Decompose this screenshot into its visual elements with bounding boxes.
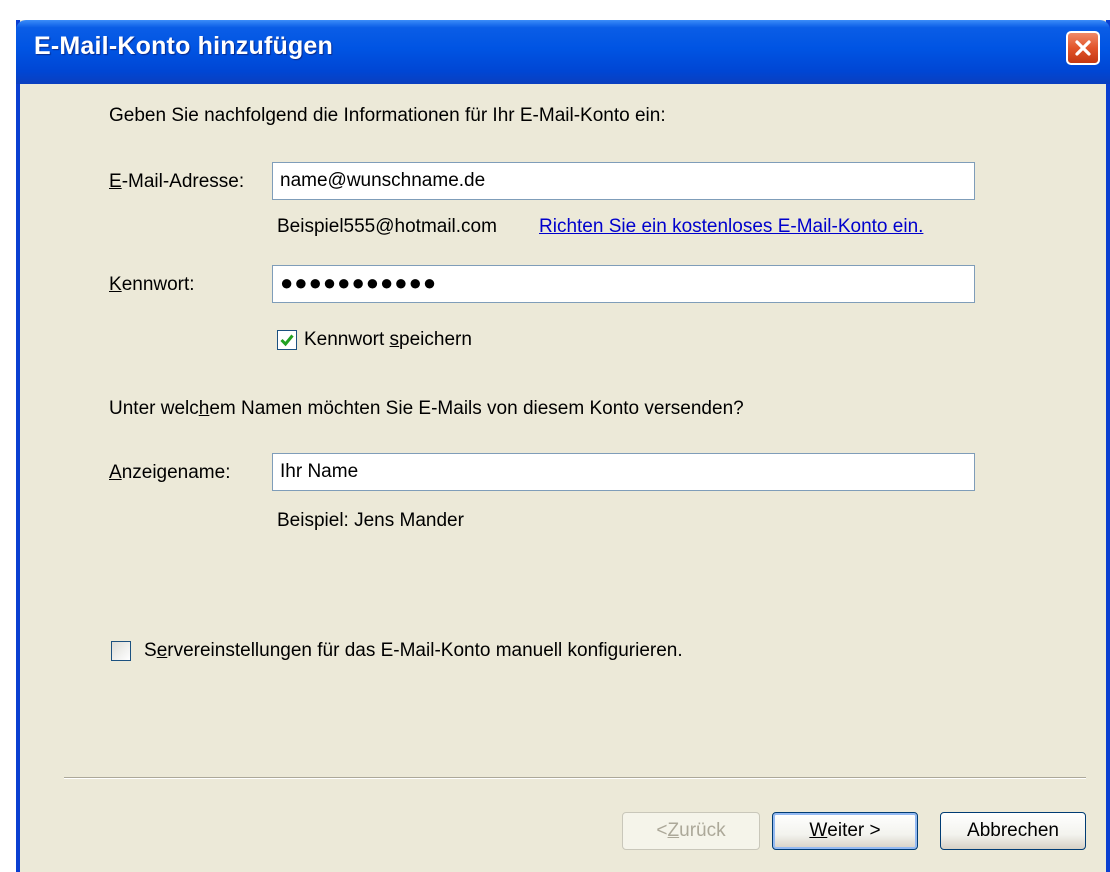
display-name-label: Anzeigename: [109, 461, 230, 485]
password-label-access-key: K [109, 274, 122, 295]
manual-config-text-end: rvereinstellungen für das E-Mail-Konto m… [167, 640, 683, 661]
password-input[interactable]: ●●●●●●●●●●● [272, 265, 975, 303]
email-label-access-key: E [109, 171, 122, 192]
manual-config-access-key: e [156, 640, 168, 661]
email-example-text: Beispiel555@hotmail.com [277, 216, 497, 237]
next-button-access-key: W [809, 820, 828, 841]
cancel-button[interactable]: Abbrechen [940, 812, 1086, 850]
display-name-example: Beispiel: Jens Mander [277, 510, 464, 531]
email-address-input[interactable]: name@wunschname.de [272, 162, 975, 200]
button-divider [64, 777, 1086, 779]
sender-question-end: em Namen möchten Sie E-Mails von diesem … [209, 398, 744, 419]
remember-password-access-key: s [389, 329, 400, 350]
password-label-text: ennwort: [121, 274, 195, 295]
manual-config-text-start: S [144, 640, 157, 661]
manual-server-settings-checkbox[interactable] [111, 641, 131, 661]
display-name-input[interactable]: Ihr Name [272, 453, 975, 491]
back-button[interactable]: < Zurück [622, 812, 760, 850]
remember-password-label[interactable]: Kennwort speichern [304, 328, 472, 352]
display-name-access-key: A [109, 462, 122, 483]
display-name-label-text: nzeigename: [121, 462, 231, 483]
next-button-text: eiter > [827, 820, 881, 841]
dialog-window [16, 20, 1110, 872]
back-button-text: urück [679, 820, 726, 841]
remember-password-text-start: Kennwort [304, 329, 390, 350]
close-button[interactable] [1066, 31, 1100, 65]
back-button-prefix: < [656, 820, 668, 841]
sender-question-start: Unter welc [109, 398, 199, 419]
remember-password-text-end: peichern [399, 329, 472, 350]
checkmark-icon [280, 334, 294, 347]
sender-name-question: Unter welchem Namen möchten Sie E-Mails … [109, 397, 744, 421]
email-label: E-Mail-Adresse: [109, 170, 244, 194]
free-account-link[interactable]: Richten Sie ein kostenloses E-Mail-Konto… [539, 215, 923, 239]
back-button-access-key: Z [667, 820, 680, 841]
close-icon [1075, 40, 1091, 56]
dialog-title: E-Mail-Konto hinzufügen [34, 32, 333, 60]
intro-text: Geben Sie nachfolgend die Informationen … [109, 105, 666, 126]
sender-question-access-key: h [198, 398, 210, 419]
manual-server-settings-label[interactable]: Servereinstellungen für das E-Mail-Konto… [144, 639, 683, 663]
email-label-text: -Mail-Adresse: [121, 171, 245, 192]
remember-password-checkbox[interactable] [277, 330, 297, 350]
password-label: Kennwort: [109, 273, 195, 297]
next-button[interactable]: Weiter > [772, 812, 918, 850]
